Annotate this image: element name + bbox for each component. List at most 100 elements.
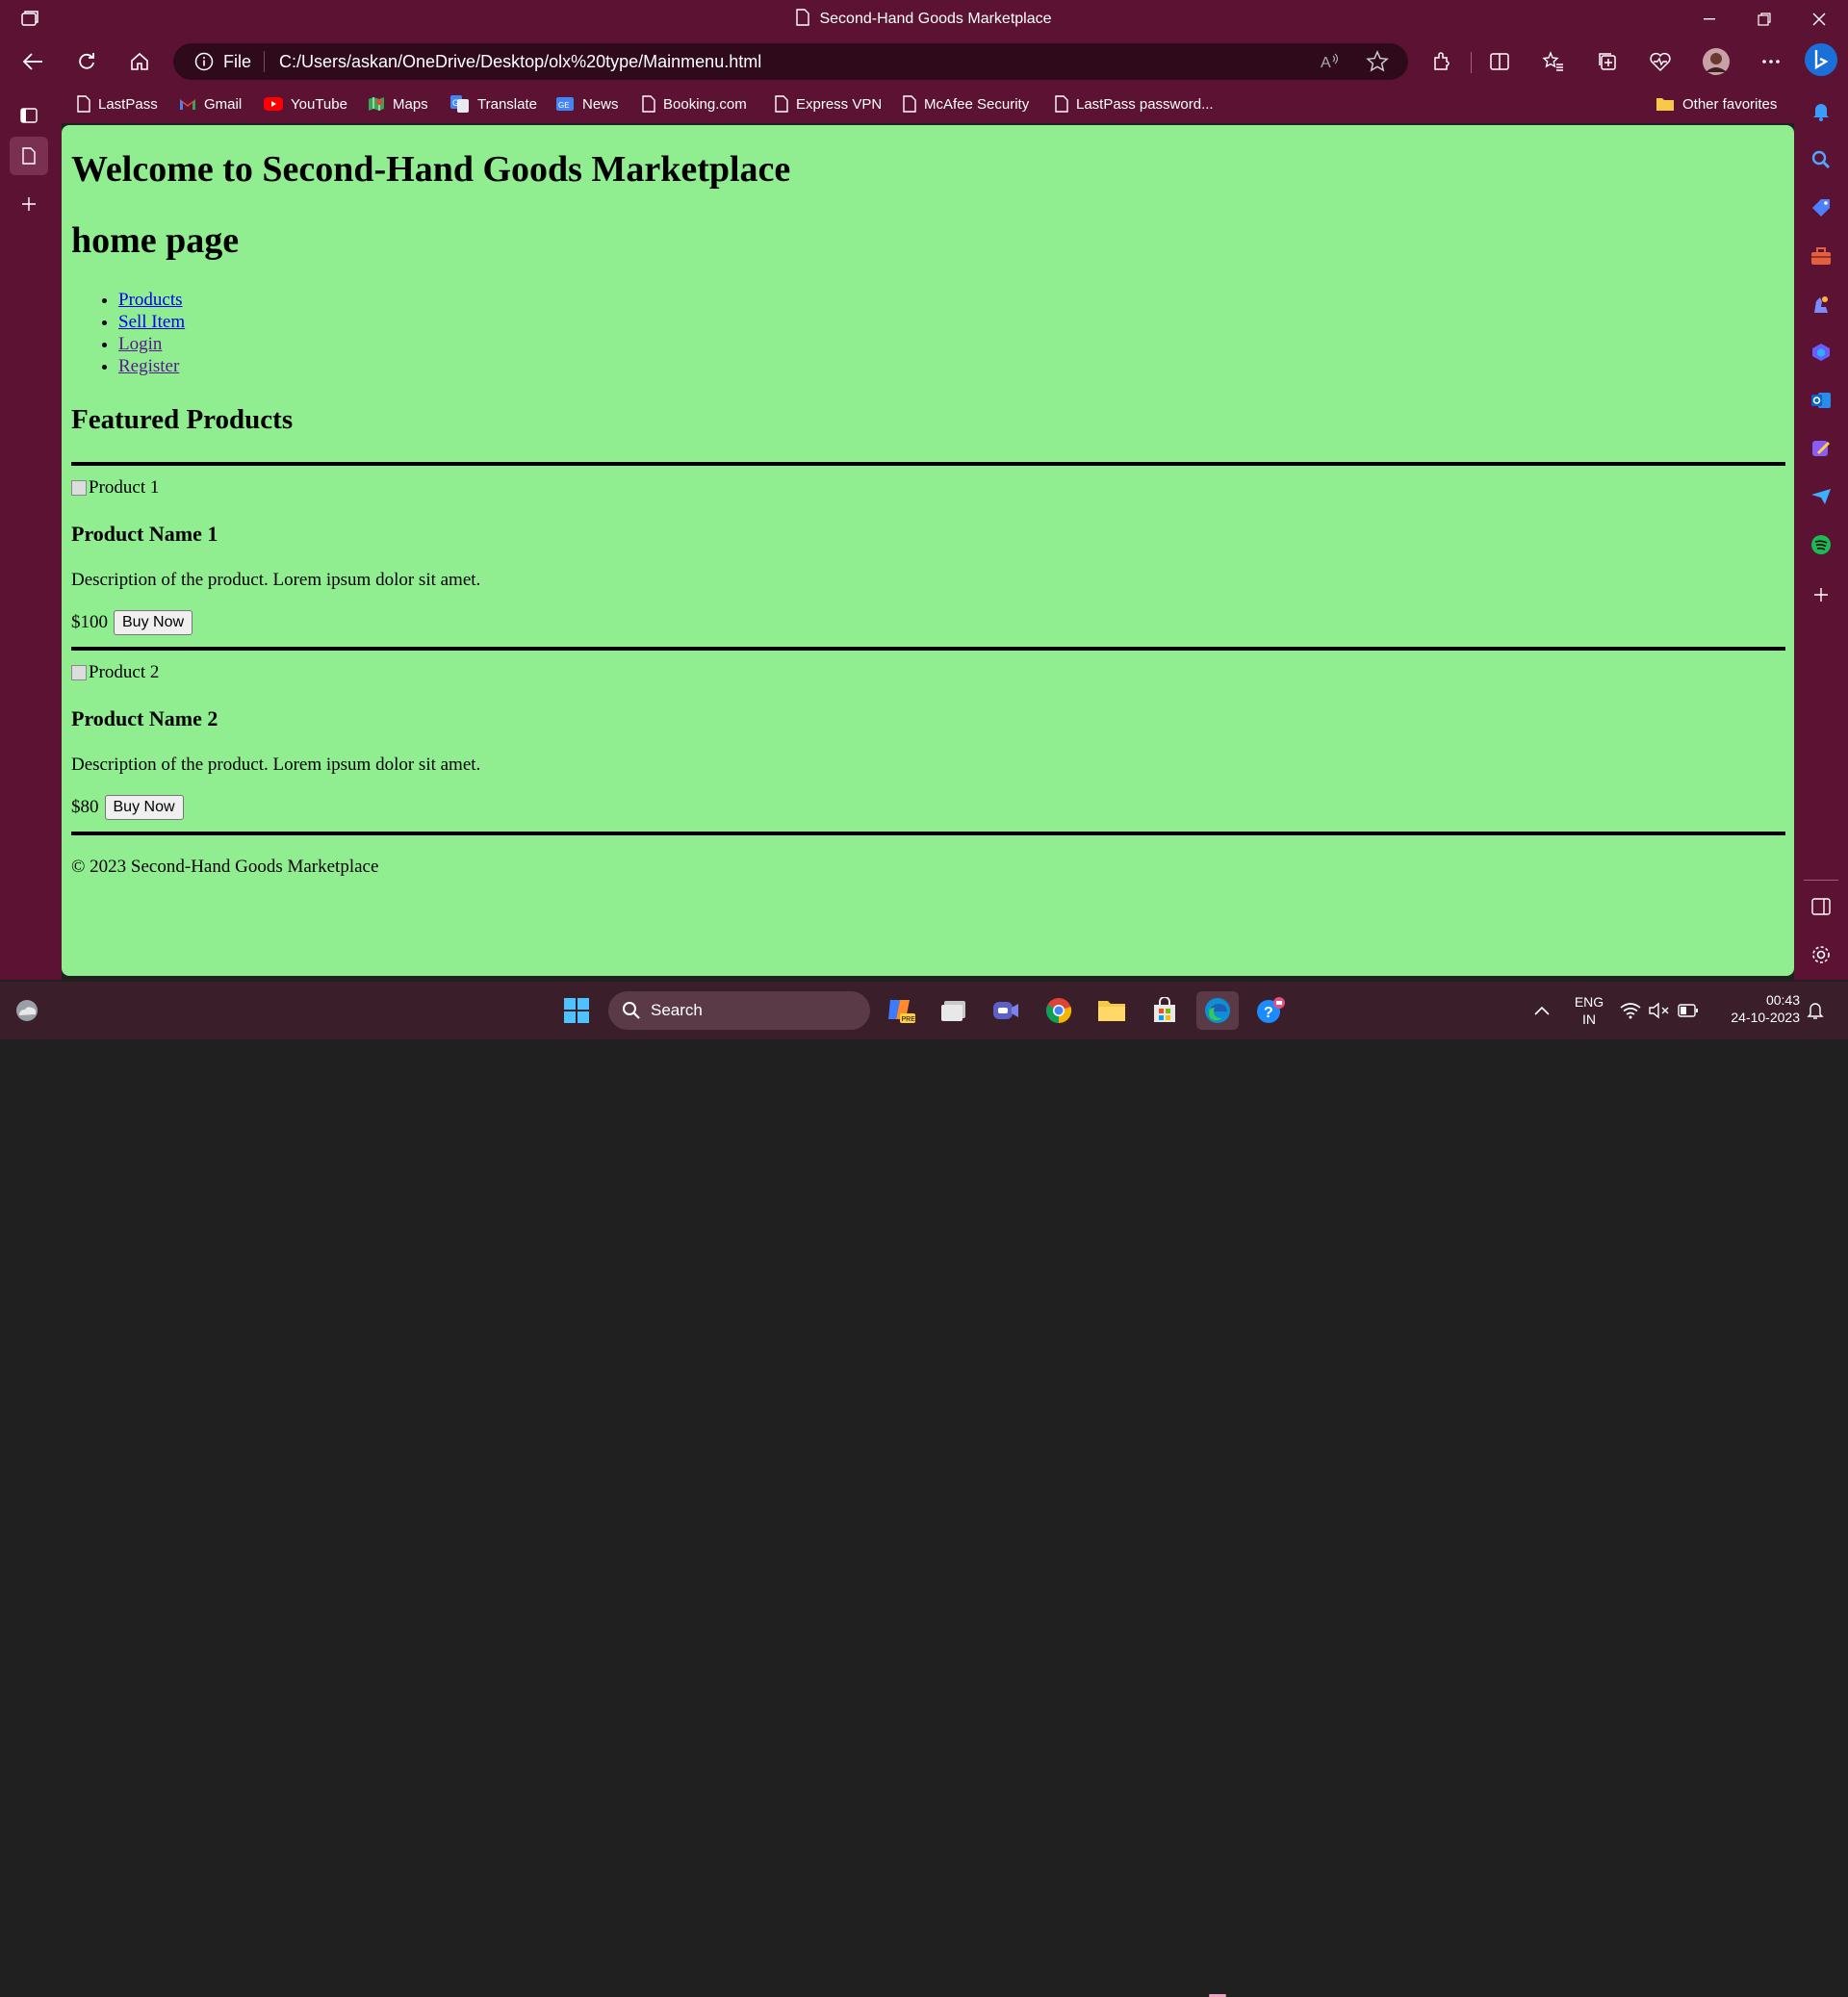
add-sidebar-app-button[interactable]: [1802, 576, 1840, 614]
search-icon[interactable]: [1802, 141, 1840, 179]
featured-heading: Featured Products: [71, 404, 294, 435]
collections-icon[interactable]: [1588, 42, 1627, 81]
favorite-translate[interactable]: G Translate: [450, 92, 537, 115]
hide-sidebar-icon[interactable]: [1802, 887, 1840, 926]
nav-link-sell-item[interactable]: Sell Item: [118, 312, 185, 332]
microsoft-365-icon[interactable]: [1802, 333, 1840, 371]
edge-icon[interactable]: [1196, 991, 1239, 1030]
show-hidden-icons-icon[interactable]: [1521, 991, 1563, 1030]
scheme-label: File: [223, 52, 252, 71]
broken-image-icon: [71, 665, 87, 680]
broken-image-icon: [71, 480, 87, 496]
favorite-express-vpn[interactable]: Express VPN: [775, 92, 882, 115]
favorite-lastpass[interactable]: LastPass: [77, 92, 158, 115]
taskbar-search[interactable]: Search: [608, 991, 870, 1030]
minimize-button[interactable]: [1682, 0, 1736, 38]
divider: [71, 647, 1785, 651]
page-icon: [796, 8, 810, 31]
chrome-icon[interactable]: [1038, 991, 1080, 1030]
notifications-icon[interactable]: [1802, 92, 1840, 131]
send-icon[interactable]: [1802, 477, 1840, 516]
outlook-icon[interactable]: [1802, 381, 1840, 420]
vertical-tabs-panel: [0, 85, 62, 980]
shopping-icon[interactable]: [1802, 189, 1840, 227]
close-button[interactable]: [1792, 0, 1846, 38]
svg-text:GE: GE: [558, 101, 570, 110]
designer-icon[interactable]: [1802, 429, 1840, 468]
window-title: Second-Hand Goods Marketplace: [819, 11, 1052, 27]
weather-icon[interactable]: [6, 991, 48, 1030]
other-favorites[interactable]: Other favorites: [1656, 92, 1777, 115]
address-bar[interactable]: File C:/Users/askan/OneDrive/Desktop/olx…: [173, 43, 1408, 80]
favorite-booking[interactable]: Booking.com: [642, 92, 747, 115]
games-icon[interactable]: [1802, 285, 1840, 323]
favorite-lastpass-password[interactable]: LastPass password...: [1055, 92, 1214, 115]
svg-text:PRE: PRE: [902, 1016, 916, 1023]
back-button[interactable]: [13, 42, 52, 81]
translate-icon: G: [450, 95, 469, 113]
svg-text:A: A: [1321, 55, 1331, 71]
notification-bell-icon[interactable]: [1794, 991, 1836, 1030]
product-price-row: $80 Buy Now: [71, 795, 184, 820]
buy-now-button[interactable]: Buy Now: [114, 610, 193, 635]
teams-meet-icon[interactable]: [985, 991, 1027, 1030]
nav-item: Products: [118, 289, 185, 311]
home-button[interactable]: [120, 42, 159, 81]
refresh-button[interactable]: [67, 42, 106, 81]
favorite-gmail[interactable]: Gmail: [179, 92, 242, 115]
sidebar-divider: [1804, 880, 1838, 881]
favorites-icon[interactable]: [1534, 42, 1573, 81]
tools-icon[interactable]: [1802, 237, 1840, 275]
page-icon: [903, 95, 916, 113]
microsoft-store-icon[interactable]: [1143, 991, 1186, 1030]
active-tab[interactable]: [10, 137, 48, 175]
copilot-preview-icon[interactable]: PRE: [881, 991, 923, 1030]
favorite-maps[interactable]: Maps: [368, 92, 428, 115]
favorite-mcafee[interactable]: McAfee Security: [903, 92, 1029, 115]
bing-copilot-icon[interactable]: [1802, 40, 1840, 79]
product-description: Description of the product. Lorem ipsum …: [71, 570, 481, 590]
new-tab-button[interactable]: [10, 185, 48, 223]
info-icon[interactable]: [194, 52, 214, 76]
youtube-icon: [264, 97, 283, 111]
spotify-icon[interactable]: [1802, 525, 1840, 564]
browser-essentials-icon[interactable]: [1641, 42, 1680, 81]
page-icon: [1055, 95, 1068, 113]
sidebar-settings-icon[interactable]: [1802, 935, 1840, 974]
product-price: $80: [71, 797, 99, 817]
system-tray[interactable]: [1611, 991, 1707, 1030]
gmail-icon: [180, 99, 195, 110]
search-label: Search: [651, 1001, 703, 1019]
page-icon: [775, 95, 788, 113]
language-indicator[interactable]: ENG IN: [1565, 993, 1613, 1028]
task-view-icon[interactable]: [933, 991, 975, 1030]
search-icon: [623, 1002, 640, 1019]
split-screen-icon[interactable]: [1480, 42, 1519, 81]
file-explorer-icon[interactable]: [1091, 991, 1133, 1030]
nav-link-login[interactable]: Login: [118, 334, 162, 354]
favorite-star-icon[interactable]: [1366, 50, 1389, 78]
taskbar: Search PRE ? ENG IN 00:43 24-10-2023: [0, 982, 1848, 1997]
restore-button[interactable]: [1737, 0, 1791, 38]
maps-icon: [369, 97, 384, 111]
profile-avatar[interactable]: [1697, 42, 1735, 81]
nav-link-products[interactable]: Products: [118, 290, 183, 310]
clock[interactable]: 00:43 24-10-2023: [1713, 991, 1800, 1026]
read-aloud-icon[interactable]: A: [1320, 51, 1341, 77]
product-image: Product 1: [71, 477, 159, 499]
more-options-icon[interactable]: [1752, 42, 1790, 81]
nav-item: Login: [118, 333, 185, 355]
divider: [71, 832, 1785, 835]
tab-actions-icon[interactable]: [10, 96, 48, 135]
nav-link-register[interactable]: Register: [118, 356, 179, 376]
url-text[interactable]: C:/Users/askan/OneDrive/Desktop/olx%20ty…: [279, 52, 761, 72]
start-button[interactable]: [555, 991, 598, 1030]
help-icon[interactable]: ?: [1249, 991, 1292, 1030]
web-page: Welcome to Second-Hand Goods Marketplace…: [62, 125, 1794, 976]
favorite-news[interactable]: GE News: [555, 92, 619, 115]
buy-now-button[interactable]: Buy Now: [104, 795, 184, 820]
page-subtitle: home page: [71, 220, 240, 261]
extensions-icon[interactable]: [1423, 42, 1461, 81]
favorite-youtube[interactable]: YouTube: [264, 92, 347, 115]
page-icon: [642, 95, 655, 113]
